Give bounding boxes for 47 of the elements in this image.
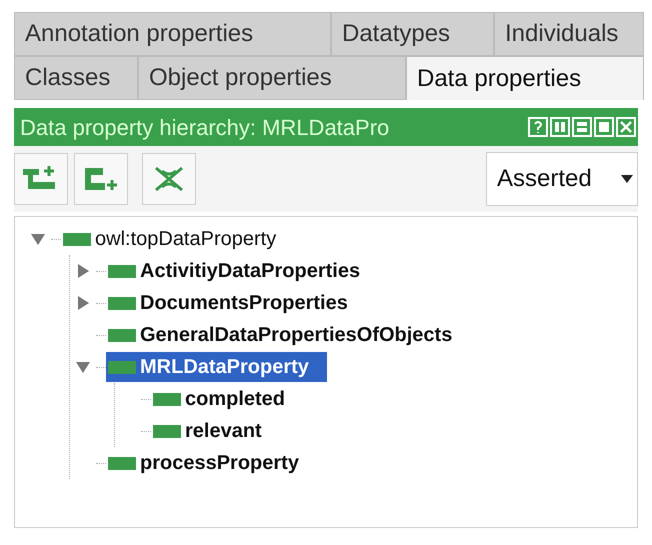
split-vertical-icon[interactable]: [550, 117, 570, 137]
tree-item[interactable]: ActivitiyDataProperties: [106, 256, 378, 286]
item-label: DocumentsProperties: [140, 291, 348, 316]
tab[interactable]: Datatypes: [331, 12, 494, 56]
tree-item[interactable]: GeneralDataPropertiesOfObjects: [106, 320, 470, 350]
sibling-add-icon: [83, 165, 119, 193]
item-label: processProperty: [140, 451, 299, 476]
expanded-triangle-icon[interactable]: [31, 232, 45, 246]
tab[interactable]: Classes: [14, 56, 138, 100]
property-icon: [108, 328, 136, 342]
item-label: MRLDataProperty: [140, 355, 309, 380]
crossed-out-icon: [153, 165, 185, 193]
tree-item[interactable]: completed: [151, 384, 304, 414]
tree-item[interactable]: processProperty: [106, 448, 317, 478]
view-title: Data property hierarchy: MRLDataPro: [20, 114, 390, 142]
property-icon: [108, 456, 136, 470]
item-label: completed: [185, 387, 286, 412]
item-label: owl:topDataProperty: [95, 227, 276, 252]
maximize-icon[interactable]: [594, 117, 614, 137]
tab[interactable]: Individuals: [494, 12, 644, 56]
tree-item[interactable]: MRLDataProperty: [106, 352, 327, 382]
property-icon: [108, 360, 136, 374]
close-icon[interactable]: [616, 117, 636, 137]
property-icon: [153, 424, 181, 438]
tree-item[interactable]: DocumentsProperties: [106, 288, 366, 318]
tab[interactable]: Data properties: [406, 56, 644, 100]
property-icon: [108, 296, 136, 310]
expanded-triangle-icon[interactable]: [76, 360, 90, 374]
item-label: ActivitiyDataProperties: [140, 259, 360, 284]
tab[interactable]: Object properties: [138, 56, 406, 100]
tab[interactable]: Annotation properties: [14, 12, 331, 56]
tree-item[interactable]: owl:topDataProperty: [61, 224, 294, 254]
collapsed-triangle-icon[interactable]: [76, 296, 90, 310]
property-icon: [63, 232, 91, 246]
tree-item[interactable]: relevant: [151, 416, 280, 446]
item-label: relevant: [185, 419, 262, 444]
delete-button[interactable]: [142, 153, 196, 205]
property-icon: [153, 392, 181, 406]
property-icon: [108, 264, 136, 278]
split-horizontal-icon[interactable]: [572, 117, 592, 137]
help-icon[interactable]: [528, 117, 548, 137]
view-mode-dropdown[interactable]: Asserted: [486, 152, 638, 206]
add-sibling-button[interactable]: [74, 153, 128, 205]
caret-icon: [621, 175, 633, 183]
add-subproperty-button[interactable]: [14, 153, 68, 205]
item-label: GeneralDataPropertiesOfObjects: [140, 323, 452, 348]
collapsed-triangle-icon[interactable]: [76, 264, 90, 278]
